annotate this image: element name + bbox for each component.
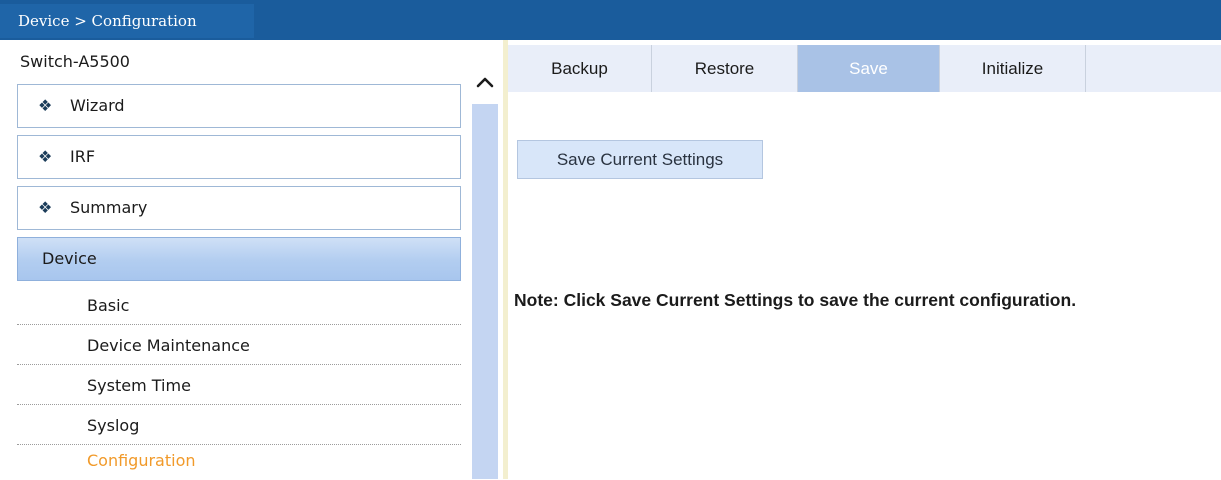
nav-item-label: Wizard — [70, 96, 125, 115]
nav-item-irf[interactable]: ❖ IRF — [17, 135, 461, 179]
diamond-bullet-icon: ❖ — [38, 147, 53, 166]
title-bar: Device > Configuration — [0, 0, 1221, 40]
save-note: Note: Click Save Current Settings to sav… — [514, 290, 1077, 310]
sub-item-label: Basic — [87, 296, 130, 315]
tab-restore[interactable]: Restore — [652, 45, 798, 92]
nav-item-label: Summary — [70, 198, 148, 217]
nav-scrollbar[interactable] — [470, 40, 500, 479]
sub-item-configuration[interactable]: Configuration — [17, 440, 461, 480]
diamond-bullet-icon: ❖ — [38, 198, 53, 217]
tab-save[interactable]: Save — [798, 45, 940, 92]
sub-item-syslog[interactable]: Syslog — [17, 405, 461, 445]
device-name: Switch-A5500 — [20, 52, 130, 71]
diamond-bullet-icon: ❖ — [38, 96, 53, 115]
chevron-up-icon — [476, 77, 494, 88]
sub-item-label: Device Maintenance — [87, 336, 250, 355]
tab-bar: Backup Restore Save Initialize — [508, 45, 1221, 92]
nav-item-wizard[interactable]: ❖ Wizard — [17, 84, 461, 128]
sub-item-label: System Time — [87, 376, 191, 395]
nav-item-label: Device — [42, 249, 97, 268]
scroll-thumb[interactable] — [472, 104, 498, 479]
content-panel: Backup Restore Save Initialize Save Curr… — [508, 40, 1221, 479]
nav-item-device[interactable]: Device — [17, 237, 461, 281]
sub-item-system-time[interactable]: System Time — [17, 365, 461, 405]
sub-item-label: Configuration — [87, 451, 196, 470]
scroll-up-button[interactable] — [470, 40, 500, 104]
sub-item-device-maintenance[interactable]: Device Maintenance — [17, 325, 461, 365]
breadcrumb: Device > Configuration — [0, 4, 254, 38]
nav-item-summary[interactable]: ❖ Summary — [17, 186, 461, 230]
navigation-panel: Switch-A5500 ❖ Wizard ❖ IRF ❖ Summary De… — [0, 40, 470, 479]
save-current-settings-button[interactable]: Save Current Settings — [517, 140, 763, 179]
sub-item-label: Syslog — [87, 416, 140, 435]
sub-item-basic[interactable]: Basic — [17, 285, 461, 325]
tab-initialize[interactable]: Initialize — [940, 45, 1086, 92]
nav-item-label: IRF — [70, 147, 96, 166]
tab-backup[interactable]: Backup — [508, 45, 652, 92]
